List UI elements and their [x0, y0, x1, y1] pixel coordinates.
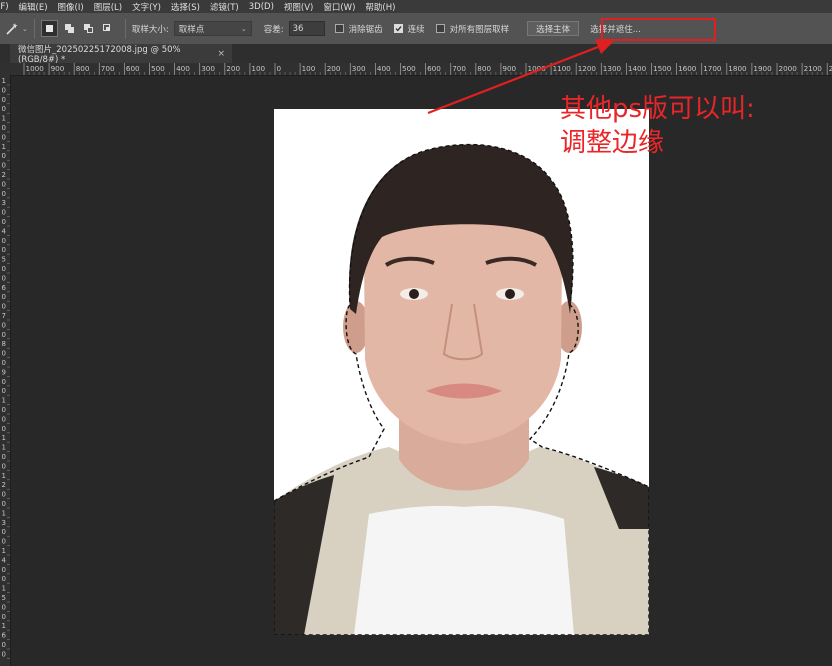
annotation-text: 其他ps版可以叫: 调整边缘	[560, 92, 755, 160]
annotation-line-2: 调整边缘	[560, 128, 665, 158]
annotation-line-1: 其他ps版可以叫:	[560, 94, 755, 124]
arrow-head-icon	[595, 39, 615, 54]
